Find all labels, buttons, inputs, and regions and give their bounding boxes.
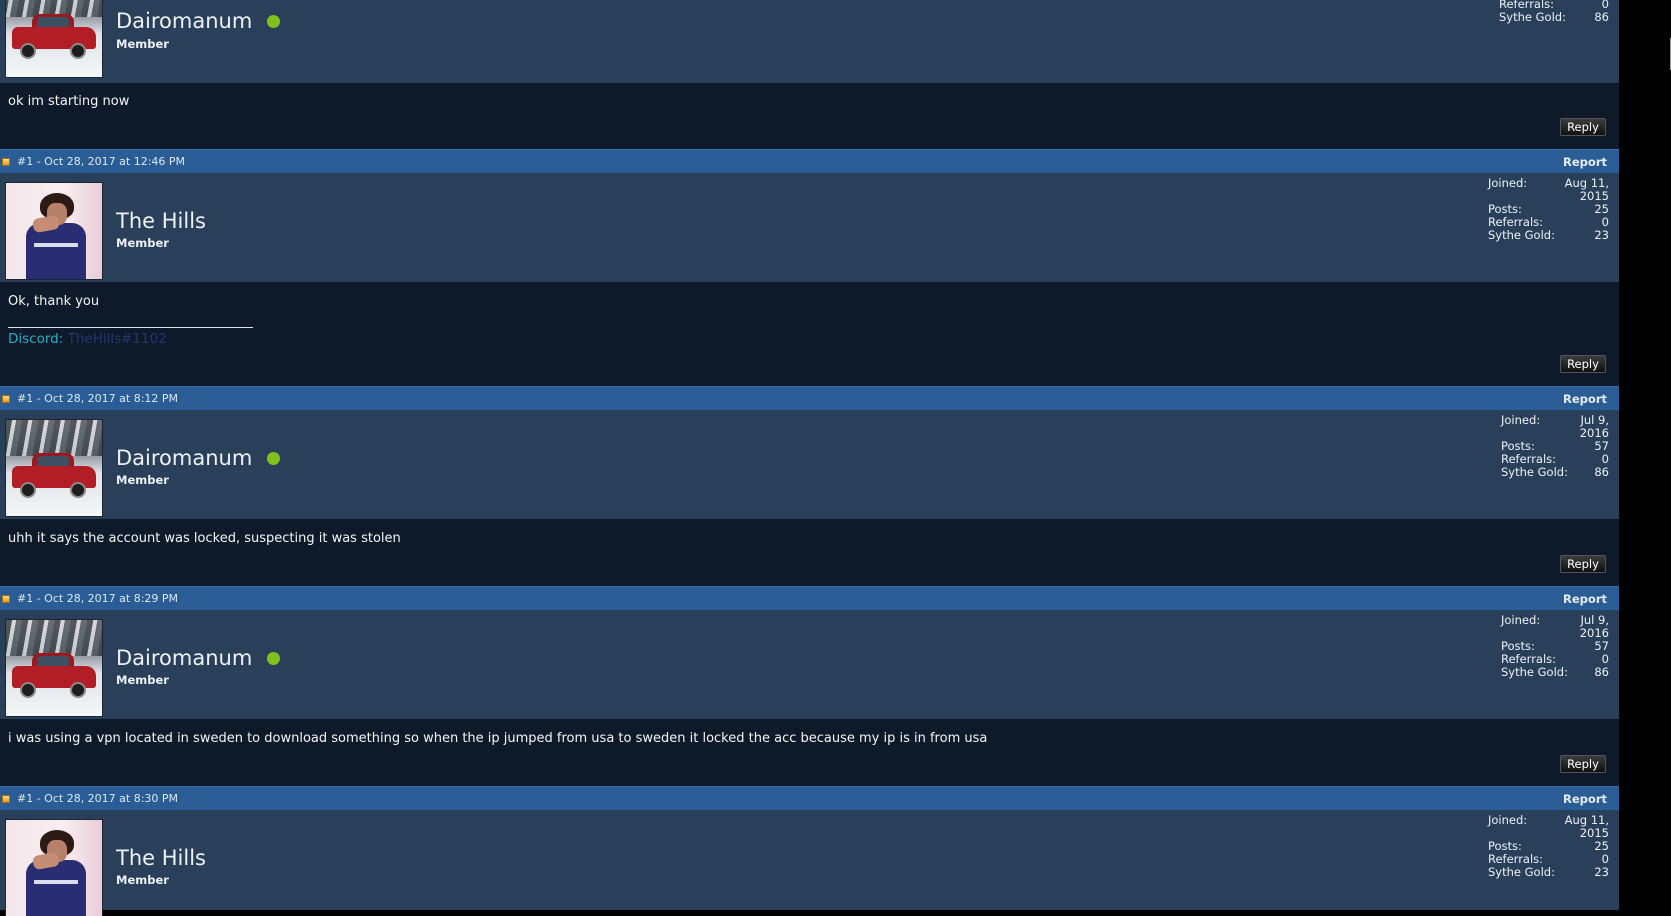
reply-button[interactable]: Reply — [1560, 355, 1606, 373]
post-message: uhh it says the account was locked, susp… — [8, 531, 401, 546]
sythe-gold-value: 23 — [1594, 228, 1609, 242]
reply-button[interactable]: Reply — [1560, 755, 1606, 773]
post-icon — [2, 394, 10, 403]
post-date: #1 - Oct 28, 2017 at 8:29 PM — [17, 592, 179, 605]
sythe-gold-value: 86 — [1594, 10, 1609, 24]
report-link[interactable]: Report — [1563, 392, 1607, 406]
joined-label: Joined: — [1501, 413, 1541, 427]
username-link[interactable]: Dairomanum — [116, 646, 281, 670]
user-rank: Member — [116, 236, 169, 250]
username[interactable]: The Hills — [116, 846, 206, 870]
sythe-gold-label: Sythe Gold: — [1499, 10, 1566, 24]
post-icon — [2, 794, 10, 803]
joined-value: Aug 11, 2015 — [1564, 176, 1609, 203]
avatar[interactable] — [6, 820, 102, 916]
post-header: #1 - Oct 28, 2017 at 12:46 PM Report — [0, 149, 1619, 173]
user-rank: Member — [116, 37, 169, 51]
user-stats: Posts:57 Referrals:0 Sythe Gold:86 — [1499, 0, 1609, 24]
sythe-gold-value: 86 — [1594, 665, 1609, 679]
online-status-icon — [267, 451, 281, 465]
signature-label: Discord: — [8, 331, 64, 347]
username-link[interactable]: Dairomanum — [116, 9, 281, 33]
post-user-info: Dairomanum Member Joined: Jul 9, 2016 Pos… — [0, 410, 1619, 519]
post-header: #1 - Oct 28, 2017 at 8:12 PM Report — [0, 386, 1619, 410]
signature: Discord: TheHills#1102 — [8, 331, 167, 347]
reply-button[interactable]: Reply — [1560, 555, 1606, 573]
user-stats: Joined: Jul 9, 2016 Posts: 57 Referrals: 0 … — [1501, 614, 1609, 679]
user-stats: Joined: Jul 9, 2016 Posts: 57 Referrals: 0 … — [1501, 414, 1609, 479]
reply-button[interactable]: Reply — [1560, 118, 1606, 136]
sythe-gold-value: 86 — [1594, 465, 1609, 479]
report-link[interactable]: Report — [1563, 592, 1607, 606]
avatar[interactable] — [6, 420, 102, 516]
signature-handle: TheHills#1102 — [67, 331, 167, 347]
post-header: #1 - Oct 28, 2017 at 8:29 PM Report — [0, 586, 1619, 610]
post-header: #1 - Oct 28, 2017 at 8:30 PM Report — [0, 786, 1619, 810]
sythe-gold-label: Sythe Gold: — [1488, 865, 1555, 879]
joined-label: Joined: — [1488, 813, 1528, 827]
username[interactable]: The Hills — [116, 209, 206, 233]
report-link[interactable]: Report — [1563, 155, 1607, 169]
report-link[interactable]: Report — [1563, 792, 1607, 806]
joined-label: Joined: — [1488, 176, 1528, 190]
joined-value: Jul 9, 2016 — [1579, 613, 1609, 640]
sythe-gold-label: Sythe Gold: — [1488, 228, 1555, 242]
online-status-icon — [267, 651, 281, 665]
post-user-info: Dairomanum Member Posts:57 Referrals:0 S… — [0, 0, 1619, 83]
username-link[interactable]: The Hills — [116, 209, 206, 233]
username-link[interactable]: The Hills — [116, 846, 206, 870]
username[interactable]: Dairomanum — [116, 446, 252, 470]
post-body: Ok, thank you Discord: TheHills#1102 Rep… — [0, 282, 1619, 386]
thread-posts: Dairomanum Member Posts:57 Referrals:0 S… — [0, 0, 1619, 916]
username[interactable]: Dairomanum — [116, 646, 252, 670]
user-stats: Joined: Aug 11, 2015 Posts: 25 Referrals: 0… — [1488, 177, 1609, 242]
post: Dairomanum Member Posts:57 Referrals:0 S… — [0, 0, 1619, 149]
post-message: i was using a vpn located in sweden to d… — [8, 731, 988, 746]
user-stats: Joined: Aug 11, 2015 Posts: 25 Referrals: 0… — [1488, 814, 1609, 879]
post-icon — [2, 594, 10, 603]
post: #1 - Oct 28, 2017 at 8:30 PM Report The … — [0, 786, 1619, 916]
post-date: #1 - Oct 28, 2017 at 12:46 PM — [17, 155, 186, 168]
post-user-info: The Hills Member Joined: Aug 11, 2015 Pos… — [0, 173, 1619, 282]
sythe-gold-value: 23 — [1594, 865, 1609, 879]
post-date: #1 - Oct 28, 2017 at 8:12 PM — [17, 392, 179, 405]
joined-value: Jul 9, 2016 — [1579, 413, 1609, 440]
signature-divider — [8, 327, 253, 328]
post: #1 - Oct 28, 2017 at 8:29 PM Report Dair… — [0, 586, 1619, 786]
post-user-info: Dairomanum Member Joined: Jul 9, 2016 Pos… — [0, 610, 1619, 719]
avatar[interactable] — [6, 0, 102, 77]
username[interactable]: Dairomanum — [116, 9, 252, 33]
user-rank: Member — [116, 473, 169, 487]
sythe-gold-label: Sythe Gold: — [1501, 465, 1568, 479]
user-rank: Member — [116, 673, 169, 687]
post-body: uhh it says the account was locked, susp… — [0, 519, 1619, 586]
post-message: Ok, thank you — [8, 294, 100, 309]
post: #1 - Oct 28, 2017 at 8:12 PM Report Dair… — [0, 386, 1619, 586]
post-body: i was using a vpn located in sweden to d… — [0, 719, 1619, 786]
post-message: ok im starting now — [8, 94, 130, 109]
post-body: ok im starting now Reply — [0, 83, 1619, 149]
joined-value: Aug 11, 2015 — [1564, 813, 1609, 840]
scrollbar[interactable] — [1619, 0, 1671, 914]
post: #1 - Oct 28, 2017 at 12:46 PM Report The… — [0, 149, 1619, 386]
user-rank: Member — [116, 873, 169, 887]
post-date: #1 - Oct 28, 2017 at 8:30 PM — [17, 792, 179, 805]
username-link[interactable]: Dairomanum — [116, 446, 281, 470]
online-status-icon — [267, 14, 281, 28]
post-icon — [2, 157, 10, 166]
joined-label: Joined: — [1501, 613, 1541, 627]
avatar[interactable] — [6, 183, 102, 279]
post-user-info: The Hills Member Joined: Aug 11, 2015 Pos… — [0, 810, 1619, 916]
sythe-gold-label: Sythe Gold: — [1501, 665, 1568, 679]
avatar[interactable] — [6, 620, 102, 716]
